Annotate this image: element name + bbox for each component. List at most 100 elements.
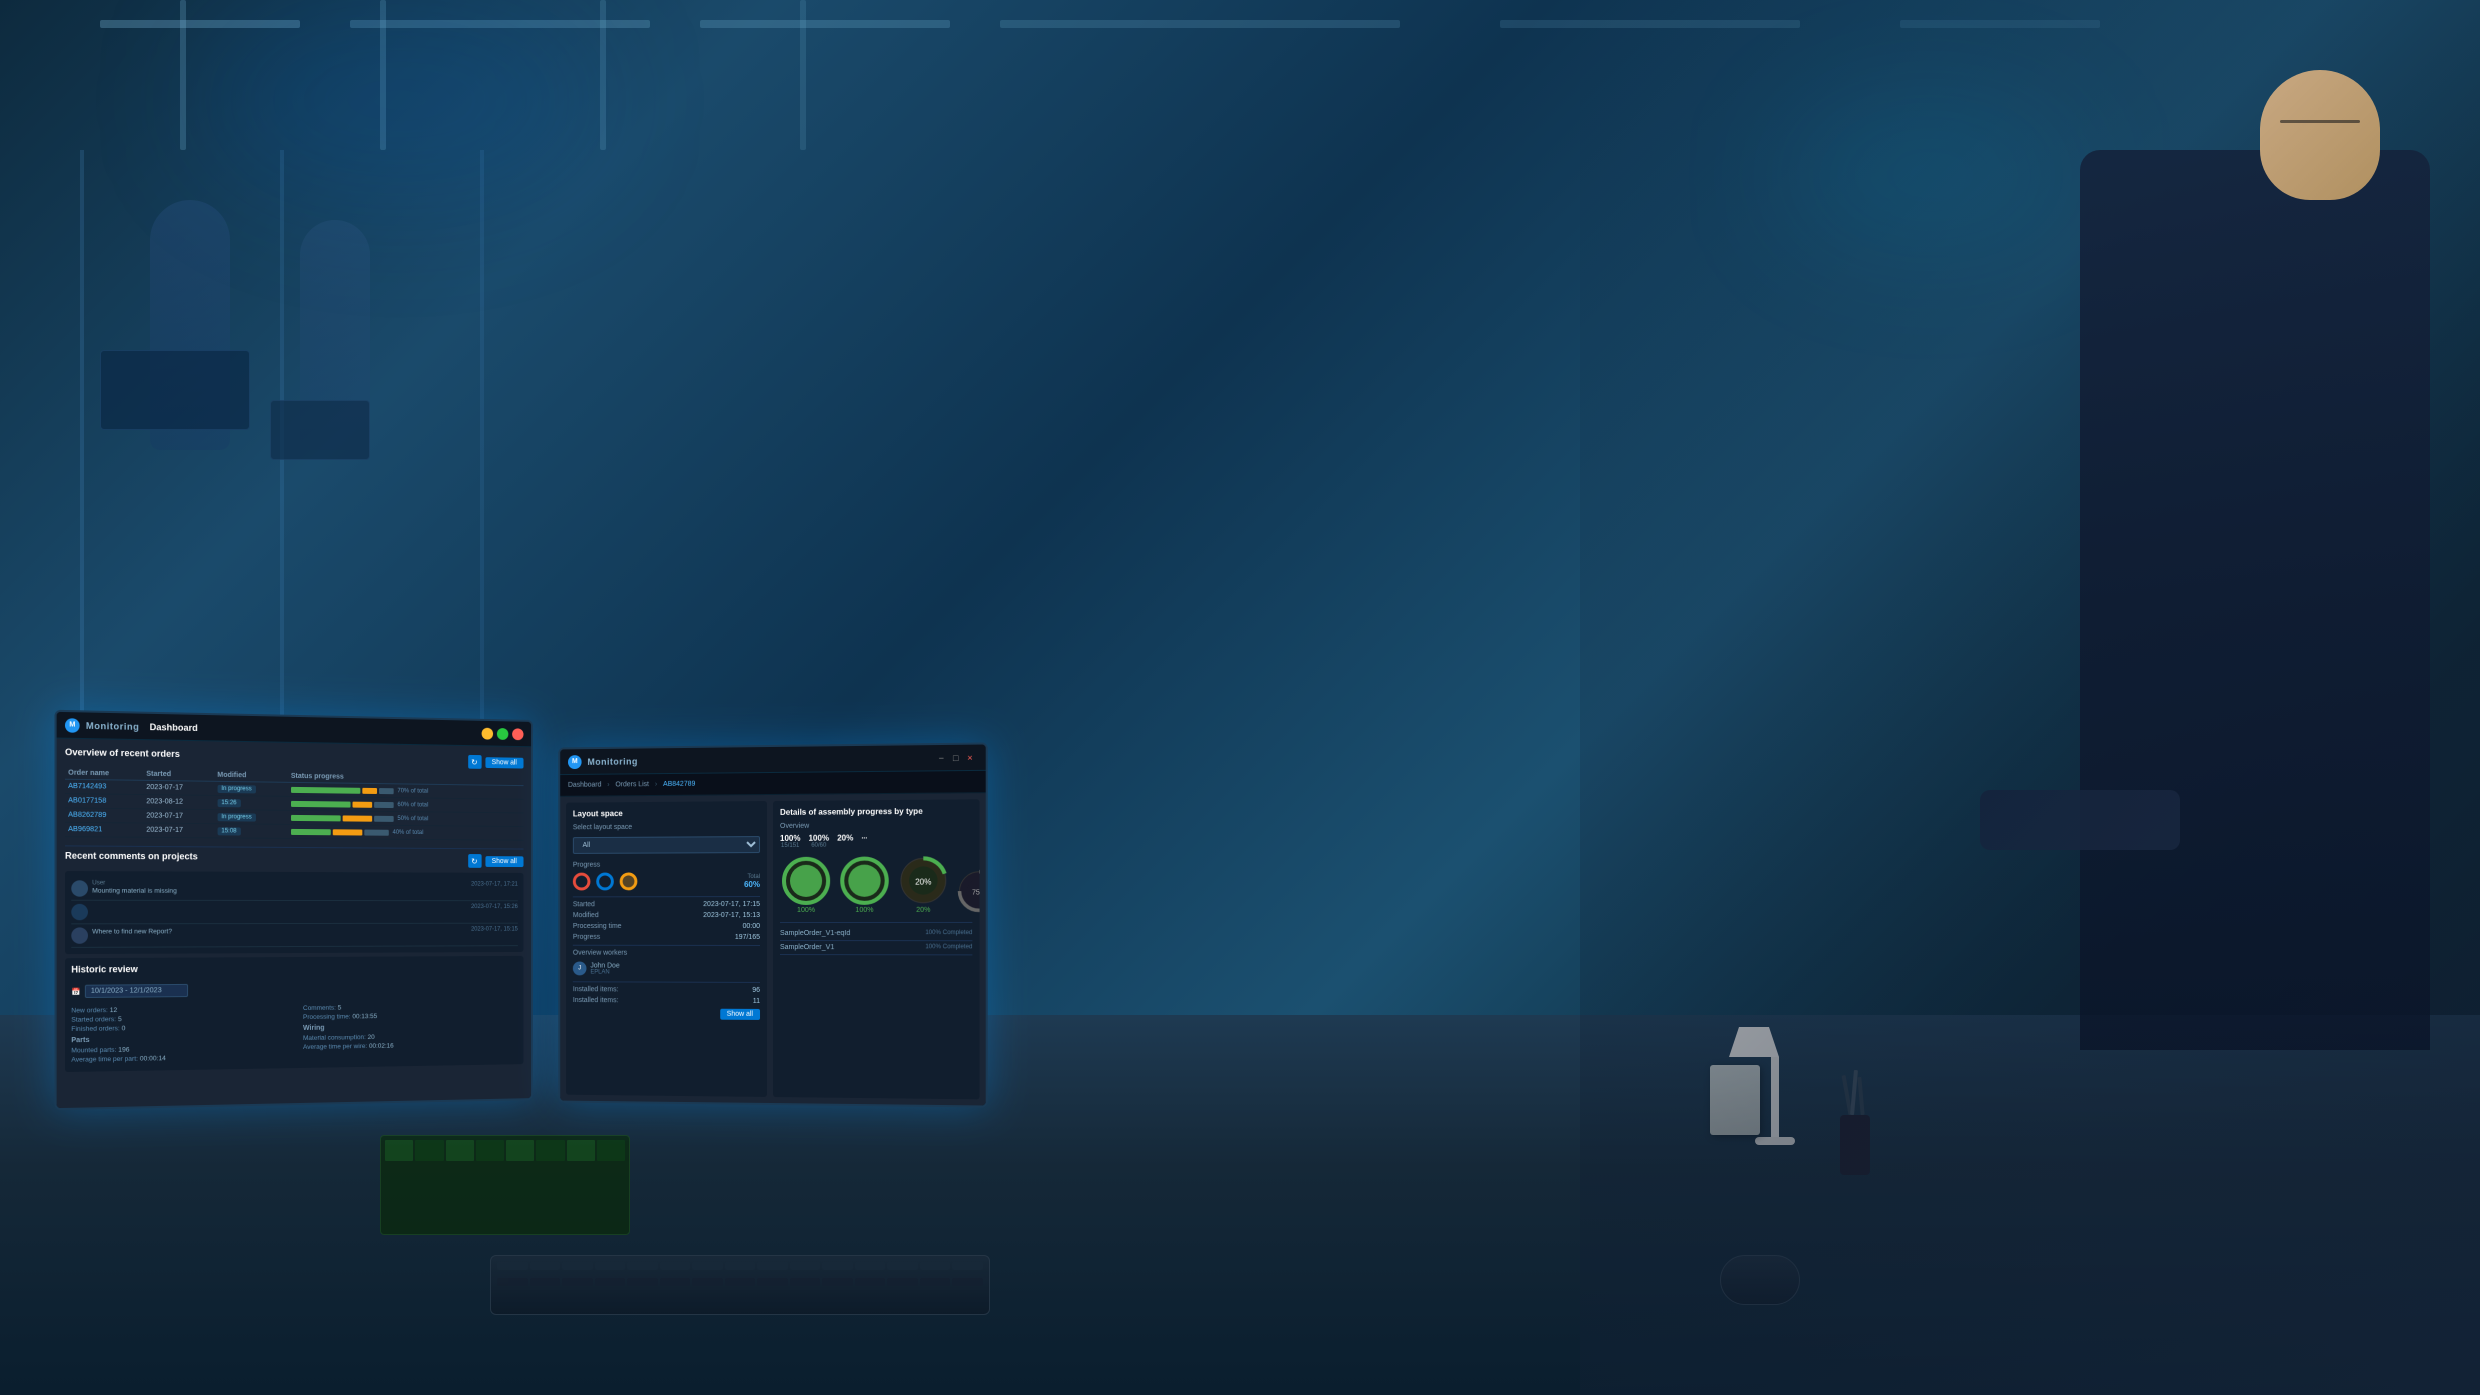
breadcrumb-orders[interactable]: Orders List [615, 781, 649, 788]
stat-4: ... [861, 833, 867, 848]
finished-orders: Finished orders: 0 [71, 1023, 297, 1033]
detail-processing: Processing time 00:00 [573, 923, 760, 930]
installed-value-2: 11 [753, 998, 760, 1005]
show-all-container: Show all [573, 1008, 760, 1020]
maximize-btn-1[interactable] [497, 728, 508, 740]
monitoring-window: M Monitoring − □ × Dashboard › Orders Li… [560, 744, 985, 1105]
breadcrumb-home[interactable]: Dashboard [568, 782, 601, 789]
total-progress: Total 60% [744, 874, 760, 889]
installed-items-1: Installed items: 96 [573, 986, 760, 994]
order-name: AB8262789 [65, 808, 143, 823]
orders-refresh-btn[interactable]: ↻ [468, 755, 481, 769]
person-arm [1980, 790, 2180, 850]
order-row[interactable]: AB969821 2023-07-17 15:08 40% of total [65, 822, 524, 840]
overview-label: Overview [780, 822, 972, 830]
progress-circle-blue [596, 873, 614, 891]
historic-orders-label [71, 1002, 297, 1004]
layout-show-all-btn[interactable]: Show all [720, 1009, 760, 1020]
avg-time-wire: Average time per wire: 00:02:16 [303, 1041, 518, 1051]
worker-app-1: EPLAN [590, 969, 619, 975]
window-controls-2: − □ × [939, 752, 978, 763]
col-order-name: Order name [65, 767, 143, 780]
maximize-btn-2[interactable]: □ [953, 752, 963, 762]
charts-row: 100% 100% [780, 854, 972, 914]
pie-chart-2 [838, 854, 891, 906]
modified-label: Modified [573, 912, 599, 919]
breadcrumb-sep-1: › [607, 782, 609, 789]
order-started: 2023-08-12 [143, 795, 214, 810]
pie-chart-1 [780, 855, 832, 907]
sample-order-completion-2: 100% Completed [925, 944, 972, 951]
comments-header: Recent comments on projects ↻ Show all [65, 851, 524, 870]
recent-comments-section: Recent comments on projects ↻ Show all U… [65, 851, 524, 955]
close-btn-2[interactable]: × [967, 752, 977, 762]
overview-stats-row: 100% 15/151 100% 60/60 20% ... [780, 833, 972, 849]
new-orders: New orders: 12 [71, 1005, 297, 1015]
minimize-btn-1[interactable] [482, 727, 493, 739]
detail-started: Started 2023-07-17, 17:15 [573, 901, 760, 908]
chart-1: 100% [780, 855, 832, 914]
comment-item-1: User Mounting material is missing 2023-0… [71, 877, 518, 901]
chart-3: 20% 20% [897, 854, 950, 914]
comments-count: Comments: 5 [303, 1003, 518, 1012]
person-silhouette [1580, 0, 2480, 1395]
monitor-2: M Monitoring − □ × Dashboard › Orders Li… [558, 742, 987, 1107]
app-icon-1: M [65, 718, 80, 733]
comments-title: Recent comments on projects [65, 851, 198, 862]
chart-4: 75% [956, 868, 980, 914]
layout-space-panel: Layout space Select layout space All Lay… [566, 801, 767, 1097]
orders-show-all-btn[interactable]: Show all [485, 757, 524, 768]
historic-review-section: Historic review 📅 New orders: 12 [65, 956, 524, 1072]
progress-detail-label: Progress [573, 934, 600, 941]
historic-comments-col: Comments: 5 Processing time: 00:13:55 Wi… [303, 1000, 518, 1062]
worker-avatar-1: J [573, 962, 587, 976]
sample-orders-list: SampleOrder_V1-eqId 100% Completed Sampl… [780, 927, 972, 955]
minimize-btn-2[interactable]: − [939, 753, 949, 763]
date-range-input[interactable] [85, 984, 188, 998]
comment-text-3: Where to find new Report? [92, 927, 172, 936]
sample-order-row-2: SampleOrder_V1 100% Completed [780, 941, 972, 955]
main-content-2: Layout space Select layout space All Lay… [560, 793, 985, 1105]
progress-indicators: Total 60% [573, 872, 760, 890]
order-started: 2023-07-17 [143, 823, 214, 838]
keyboard[interactable] [490, 1255, 990, 1315]
close-btn-1[interactable] [512, 728, 523, 740]
worker-info-1: John Doe EPLAN [590, 962, 619, 975]
started-orders: Started orders: 5 [71, 1014, 297, 1024]
installed-label-1: Installed items: [573, 986, 619, 993]
window-controls-1 [482, 727, 524, 740]
progress-circle-yellow [620, 872, 638, 890]
historic-comments-label [303, 1000, 518, 1002]
detail-progress: Progress 197/165 [573, 934, 760, 941]
app-icon-2: M [568, 755, 582, 769]
col-started: Started [143, 769, 214, 782]
processing-value: 00:00 [743, 923, 760, 930]
stat-1: 100% 15/151 [780, 834, 800, 849]
sample-order-label-1: SampleOrder_V1-eqId [780, 930, 850, 937]
sample-order-completion-1: 100% Completed [925, 930, 972, 937]
stat-2: 100% 60/60 [809, 834, 830, 849]
avg-time-part: Average time per part: 00:00:14 [71, 1053, 297, 1064]
order-progress: 40% of total [288, 824, 524, 840]
comment-date-3: 2023-07-17, 15:15 [471, 927, 518, 933]
order-started: 2023-07-17 [143, 780, 214, 795]
historic-orders-col: New orders: 12 Started orders: 5 Finishe… [71, 1002, 297, 1066]
comments-refresh-btn[interactable]: ↻ [468, 854, 481, 868]
dashboard-window: M Monitoring Dashboard Overview of recen… [57, 712, 532, 1108]
layout-space-select[interactable]: All Layout 1 Layout 2 [573, 836, 760, 854]
glasses [2280, 120, 2360, 123]
person-head [2260, 70, 2380, 200]
processing-time: Processing time: 00:13:55 [303, 1012, 518, 1021]
comments-show-all-btn[interactable]: Show all [485, 856, 524, 867]
orders-title: Overview of recent orders [65, 747, 180, 759]
pie-chart-3: 20% [897, 854, 950, 907]
app-name-2: Monitoring [587, 756, 637, 766]
order-name: AB0177158 [65, 794, 143, 809]
comment-avatar-2 [71, 904, 88, 920]
worker-row-1: J John Doe EPLAN [573, 960, 760, 978]
pie-chart-4: 75% [956, 868, 980, 914]
started-value: 2023-07-17, 17:15 [703, 901, 760, 908]
installed-label-2: Installed items: [573, 997, 619, 1004]
modified-value: 2023-07-17, 15:13 [703, 912, 760, 919]
svg-text:20%: 20% [915, 877, 931, 886]
